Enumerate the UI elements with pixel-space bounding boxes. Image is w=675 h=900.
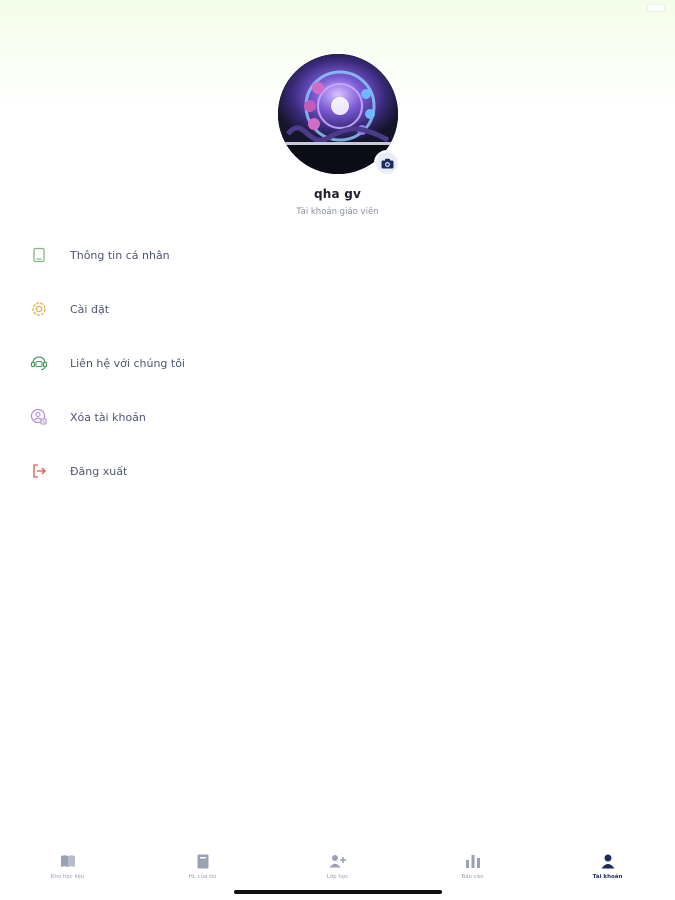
nav-label: Lớp học	[326, 874, 349, 880]
book-open-icon	[59, 852, 77, 870]
book-icon	[194, 852, 212, 870]
battery-icon	[647, 4, 665, 12]
avatar-container	[278, 54, 400, 176]
delete-account-icon	[28, 406, 50, 428]
nav-label: Kho học liệu	[50, 874, 85, 880]
account-screen: qha gv Tài khoản giáo viên Thông tin cá …	[0, 0, 675, 900]
nav-label: Báo cáo	[461, 874, 484, 880]
profile-name: qha gv	[313, 187, 362, 201]
menu-item-contact[interactable]: Liên hệ với chúng tôi	[0, 336, 675, 390]
menu-item-personal-info[interactable]: Thông tin cá nhân	[0, 228, 675, 282]
bar-chart-icon	[464, 852, 482, 870]
profile-card-icon	[28, 244, 50, 266]
change-avatar-button[interactable]	[374, 150, 400, 176]
nav-label: Tài khoản	[592, 874, 623, 880]
account-menu: Thông tin cá nhân Cài đặt Liên hệ với ch…	[0, 228, 675, 498]
user-icon	[599, 852, 617, 870]
menu-item-delete-account[interactable]: Xóa tài khoản	[0, 390, 675, 444]
menu-item-label: Thông tin cá nhân	[70, 248, 170, 262]
camera-icon	[381, 158, 393, 168]
menu-item-logout[interactable]: Đăng xuất	[0, 444, 675, 498]
menu-item-label: Xóa tài khoản	[70, 410, 146, 424]
menu-item-label: Liên hệ với chúng tôi	[70, 356, 185, 370]
menu-item-settings[interactable]: Cài đặt	[0, 282, 675, 336]
nav-item-library[interactable]: Kho học liệu	[0, 848, 135, 900]
menu-item-label: Cài đặt	[70, 302, 110, 316]
home-indicator	[234, 890, 442, 894]
people-icon	[329, 852, 347, 870]
nav-item-account[interactable]: Tài khoản	[540, 848, 675, 900]
menu-item-label: Đăng xuất	[70, 464, 128, 478]
profile-role: Tài khoản giáo viên	[296, 207, 379, 217]
logout-icon	[28, 460, 50, 482]
settings-icon	[28, 298, 50, 320]
nav-label: HL của tôi	[188, 874, 217, 880]
status-bar	[0, 0, 675, 16]
support-icon	[28, 352, 50, 374]
